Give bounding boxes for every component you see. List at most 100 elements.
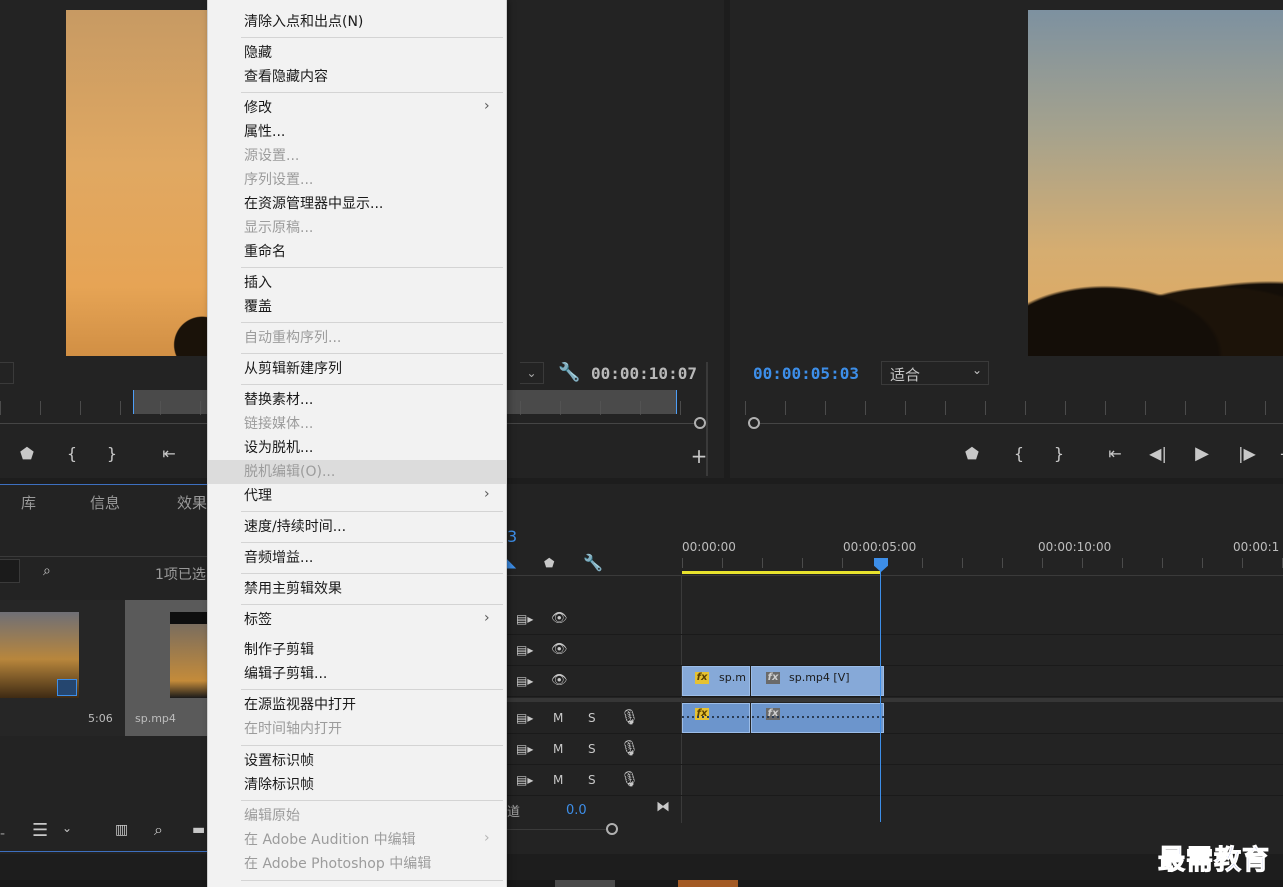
snap-icon[interactable]: ◣ (507, 556, 516, 570)
fx-badge-icon: fx (695, 672, 709, 684)
mark-out-icon[interactable]: } (101, 444, 123, 463)
mute-button[interactable]: M (553, 711, 563, 725)
menu-item[interactable]: 隐藏 (208, 41, 506, 65)
timeline-playhead-line[interactable] (880, 560, 881, 822)
microphone-icon[interactable]: 🎙 (620, 770, 639, 788)
add-marker-icon[interactable]: ⬟ (961, 444, 983, 463)
submenu-arrow-icon: › (484, 98, 490, 114)
timeline-zoom-handle[interactable] (606, 823, 618, 835)
tab-effects[interactable]: 效果 (177, 492, 207, 513)
eye-icon[interactable]: 👁 (551, 611, 568, 626)
audio-clip-1[interactable] (682, 703, 750, 733)
microphone-icon[interactable]: 🎙 (620, 708, 639, 726)
menu-item[interactable]: 速度/持续时间... (208, 515, 506, 539)
menu-separator (241, 880, 503, 881)
menu-item[interactable]: 设为脱机... (208, 436, 506, 460)
add-marker-icon[interactable]: ⬟ (544, 556, 554, 570)
source-zoom-select[interactable] (0, 362, 14, 384)
wrench-icon[interactable]: 🔧 (558, 362, 580, 383)
toggle-sync-icon[interactable]: ▤▸ (516, 742, 533, 756)
mute-button[interactable]: M (553, 773, 563, 787)
menu-separator (241, 384, 503, 385)
step-back-icon[interactable]: ◀| (1147, 444, 1169, 463)
master-volume-value[interactable]: 0.0 (566, 803, 587, 818)
automate-icon[interactable]: ▥ (115, 822, 128, 838)
submenu-arrow-icon: › (484, 486, 490, 502)
menu-item[interactable]: 插入 (208, 271, 506, 295)
toggle-sync-icon[interactable]: ▤▸ (516, 773, 533, 787)
menu-separator (241, 511, 503, 512)
slider-edge[interactable]: - (0, 826, 5, 842)
menu-item[interactable]: 从剪辑新建序列 (208, 357, 506, 381)
eye-icon[interactable]: 👁 (551, 642, 568, 657)
toggle-sync-icon[interactable]: ▤▸ (516, 674, 533, 688)
new-bin-icon[interactable]: ▬ (192, 822, 205, 838)
more-controls-icon[interactable]: - (1272, 444, 1283, 463)
solo-button[interactable]: S (588, 773, 596, 787)
menu-item[interactable]: 制作子剪辑 (208, 638, 506, 662)
search-icon[interactable]: ⌕ (154, 820, 163, 840)
add-button-icon[interactable]: + (688, 444, 710, 468)
mark-out-icon[interactable]: } (1048, 444, 1070, 463)
go-to-in-icon[interactable]: ⇤ (1104, 444, 1126, 463)
source-resolution-select[interactable]: ⌄ (520, 362, 544, 384)
menu-item[interactable]: 查看隐藏内容 (208, 65, 506, 89)
step-forward-icon[interactable]: |▶ (1236, 444, 1258, 463)
play-icon[interactable]: ▶ (1191, 443, 1213, 464)
toggle-sync-icon[interactable]: ▤▸ (516, 711, 533, 725)
ruler-label-10s: 00:00:10:00 (1038, 540, 1112, 554)
mute-button[interactable]: M (553, 742, 563, 756)
toggle-sync-icon[interactable]: ▤▸ (516, 612, 533, 626)
chevron-down-icon[interactable]: ⌄ (62, 821, 72, 835)
menu-separator (241, 37, 503, 38)
program-time-ruler[interactable] (745, 401, 1283, 415)
master-go-icon[interactable]: ⧓ (656, 799, 670, 815)
toggle-sync-icon[interactable]: ▤▸ (516, 643, 533, 657)
menu-item[interactable]: 在源监视器中打开 (208, 693, 506, 717)
add-marker-icon[interactable]: ⬟ (16, 444, 38, 463)
solo-button[interactable]: S (588, 742, 596, 756)
menu-item[interactable]: 代理 (208, 484, 506, 508)
video-track-2 (507, 635, 1283, 666)
program-scrub-bar[interactable] (748, 423, 1283, 424)
menu-item[interactable]: 属性... (208, 120, 506, 144)
menu-item[interactable]: 修改 (208, 96, 506, 120)
menu-item[interactable]: 替换素材... (208, 388, 506, 412)
fit-zoom-select[interactable]: 适合 ⌄ (881, 361, 989, 385)
search-input[interactable] (0, 559, 20, 583)
find-bin-icon[interactable]: ⌕ (43, 563, 51, 579)
track-splitter[interactable] (507, 698, 1283, 702)
menu-item[interactable]: 重命名 (208, 240, 506, 264)
fx-badge-icon: fx (766, 672, 780, 684)
premiere-window: ⌄ 🔧 00:00:10:07 ⬟ { } ⇤ + 00:00:05:03 适合… (0, 0, 1283, 887)
eye-icon[interactable]: 👁 (551, 673, 568, 688)
menu-item[interactable]: 在资源管理器中显示... (208, 192, 506, 216)
mark-in-icon[interactable]: { (61, 444, 83, 463)
tab-library[interactable]: 库 (21, 492, 36, 513)
clip1-duration: 5:06 (88, 712, 113, 725)
source-zoom-handle[interactable] (694, 417, 706, 429)
timeline-time-ruler[interactable] (682, 558, 1283, 568)
clip2-thumbnail[interactable] (170, 612, 207, 698)
solo-button[interactable]: S (588, 711, 596, 725)
timeline-zoom-track[interactable] (507, 829, 611, 830)
mark-in-icon[interactable]: { (1008, 444, 1030, 463)
microphone-icon[interactable]: 🎙 (620, 739, 639, 757)
menu-item[interactable]: 标签 (208, 608, 506, 632)
project-divider (0, 556, 207, 557)
tab-info[interactable]: 信息 (90, 492, 120, 513)
menu-item[interactable]: 音频增益... (208, 546, 506, 570)
source-timecode[interactable]: 00:00:10:07 (591, 364, 697, 383)
menu-item[interactable]: 覆盖 (208, 295, 506, 319)
sort-icon[interactable]: ☰ (32, 820, 48, 841)
timeline-settings-icon[interactable]: 🔧 (583, 553, 603, 572)
menu-item[interactable]: 清除入点和出点(N) (208, 10, 506, 34)
menu-item: 脱机编辑(O)... (208, 460, 506, 484)
menu-item[interactable]: 编辑子剪辑... (208, 662, 506, 686)
menu-item[interactable]: 设置标识帧 (208, 749, 506, 773)
menu-item[interactable]: 清除标识帧 (208, 773, 506, 797)
menu-item[interactable]: 禁用主剪辑效果 (208, 577, 506, 601)
program-timecode[interactable]: 00:00:05:03 (753, 364, 859, 383)
go-to-in-icon[interactable]: ⇤ (158, 444, 180, 463)
program-zoom-handle[interactable] (748, 417, 760, 429)
